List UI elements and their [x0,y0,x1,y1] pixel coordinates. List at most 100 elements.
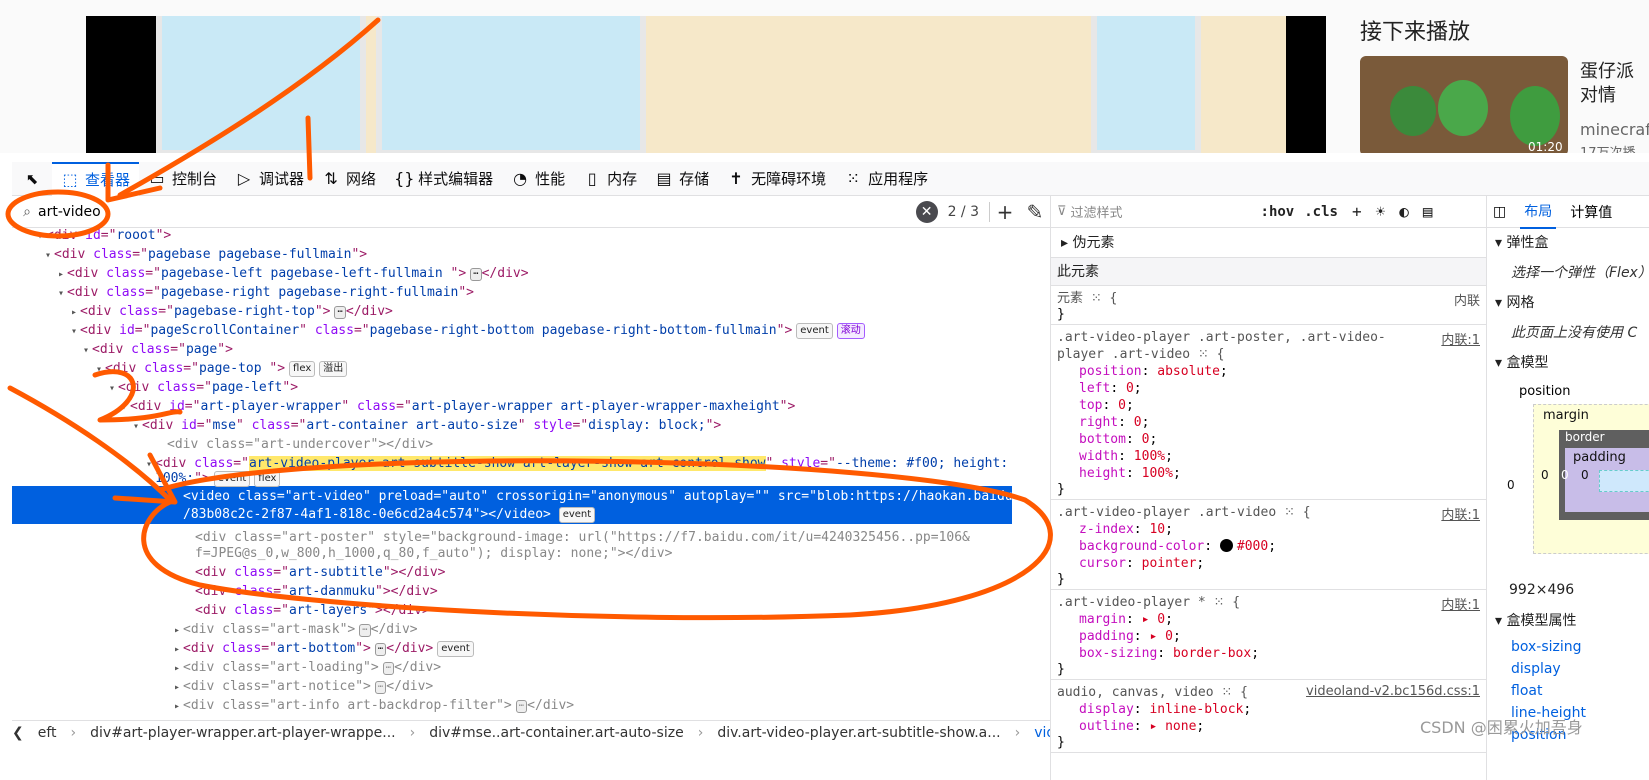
css-declaration[interactable]: position: absolute; [1057,363,1480,380]
tab-storage[interactable]: ▤ 存储 [646,162,718,196]
property-name[interactable]: height [1079,466,1126,481]
css-rule[interactable]: .art-video-player * ⁙ {内联:1 margin: ▸ 0; p… [1051,590,1486,680]
css-declaration[interactable]: left: 0; [1057,380,1480,397]
grid-section[interactable]: ▾ 网格 [1487,288,1649,318]
expand-arrow-icon[interactable]: ▸ [171,621,183,640]
collapse-arrow-icon[interactable]: ▾ [68,322,80,341]
tab-memory[interactable]: ▯ 内存 [574,162,646,196]
property-name[interactable]: width [1079,449,1118,464]
collapsed-children-badge[interactable]: ⋯ [515,700,528,713]
hov-button[interactable]: :hov [1261,204,1295,220]
add-rule-icon[interactable]: + [1352,202,1362,221]
markup-node[interactable]: 100%;"> event flex [143,469,281,488]
markup-node[interactable]: <div class="art-layers"></div> [183,601,430,620]
markup-node[interactable]: ▾ <div id="art-player-wrapper" class="art… [118,397,795,416]
markup-node[interactable]: ▾ <div class="pagebase pagebase-fullmain"… [42,245,367,264]
markup-node[interactable]: ▾ <div class="pagebase-right pagebase-rig… [55,283,474,302]
property-value[interactable]: 100% [1134,449,1165,464]
cls-button[interactable]: .cls [1304,204,1338,220]
node-badge[interactable]: event [796,323,833,339]
property-value[interactable]: ▸ 0 [1142,612,1165,627]
node-badge[interactable]: flex [254,471,281,487]
breadcrumb-item[interactable]: eft [38,725,57,741]
tab-computed[interactable]: 计算值 [1570,202,1612,222]
css-declaration[interactable]: margin: ▸ 0; [1057,611,1480,628]
property-value[interactable]: 100% [1142,466,1173,481]
markup-node[interactable]: ▾ <div class="page-left"> [106,378,298,397]
recommended-author[interactable]: minecraf [1580,120,1649,139]
markup-node[interactable]: ▸ <div class="art-loading"> ⋯ </div> [171,658,441,677]
markup-node[interactable]: <div class="art-danmuku"></div> [183,582,438,601]
collapsed-children-badge[interactable]: ⋯ [374,681,387,694]
node-badge[interactable]: 溢出 [319,361,348,377]
scroll-badge[interactable]: 滚动 [836,323,865,339]
tab-accessibility[interactable]: ✝ 无障碍环境 [718,162,835,196]
css-declaration[interactable]: width: 100%; [1057,448,1480,465]
event-badge[interactable]: event [558,507,596,523]
bm-margin-left-value[interactable]: 0 [1507,478,1515,492]
css-declaration[interactable]: height: 100%; [1057,465,1480,482]
collapse-arrow-icon[interactable]: ▾ [80,341,92,360]
expand-arrow-icon[interactable]: ▸ [171,659,183,678]
markup-node[interactable]: ▾ <div id="mse" class="art-container art-… [130,416,721,435]
css-declaration[interactable]: display: inline-block; [1057,701,1480,718]
markup-node[interactable]: ▾ <div class="page-top "> flex 溢出 [93,359,348,378]
collapse-arrow-icon[interactable]: ▾ [106,379,118,398]
property-name[interactable]: margin [1079,612,1126,627]
clear-search-icon[interactable]: ✕ [915,200,938,223]
rule-selector[interactable]: .art-video-player * ⁙ { [1057,594,1480,611]
property-value[interactable]: 10 [1149,522,1165,537]
property-name[interactable]: padding [1079,629,1134,644]
expand-arrow-icon[interactable]: ▸ [68,303,80,322]
property-name[interactable]: cursor [1079,556,1126,571]
property-value[interactable]: #000 [1237,539,1268,554]
filter-styles-input[interactable]: 过滤样式 [1071,202,1251,221]
boxmodel-prop[interactable]: display [1487,658,1649,680]
node-badge[interactable]: flex [289,361,316,377]
markup-node[interactable]: f=JPEG@s_0,w_800,h_1000,q_80,f_auto"); d… [183,544,672,563]
tab-console[interactable]: ▭ 控制台 [139,162,226,196]
print-icon[interactable]: ▤ [1423,202,1433,221]
tab-style-editor[interactable]: {} 样式编辑器 [385,162,502,196]
markup-node[interactable]: ▸ <div class="art-notice"> ⋯ </div> [171,677,433,696]
pseudo-elements-toggle[interactable]: ▸ 伪元素 [1051,228,1486,258]
markup-node[interactable]: ▾ <div id="rooot"> [34,228,171,245]
css-rule[interactable]: .art-video-player .art-poster, .art-vide… [1051,325,1486,500]
property-name[interactable]: outline [1079,719,1134,734]
rule-source-link[interactable]: 内联:1 [1441,329,1480,348]
collapse-arrow-icon[interactable]: ▾ [130,417,142,436]
flexbox-section[interactable]: ▾ 弹性盒 [1487,228,1649,258]
add-node-icon[interactable]: + [990,200,1020,224]
breadcrumb-item[interactable]: div#mse..art-container.art-auto-size [429,725,683,741]
property-name[interactable]: z-index [1079,522,1134,537]
collapsed-children-badge[interactable]: ⋯ [334,306,346,319]
property-name[interactable]: left [1079,381,1110,396]
property-name[interactable]: background-color [1079,539,1204,554]
expand-arrow-icon[interactable]: ▸ [171,640,183,659]
bm-border-left-value[interactable]: 0 [1541,468,1549,482]
property-value[interactable]: 0 [1126,381,1134,396]
tab-network[interactable]: ⇅ 网络 [313,162,385,196]
bm-padding-left-value[interactable]: 0 [1581,468,1589,482]
property-value[interactable]: ▸ none [1149,719,1196,734]
property-name[interactable]: bottom [1079,432,1126,447]
rule-selector[interactable]: .art-video-player .art-video ⁙ { [1057,504,1480,521]
css-declaration[interactable]: outline: ▸ none; [1057,718,1480,735]
element-picker-icon[interactable]: ⬉ [12,162,52,196]
collapsed-children-badge[interactable]: ⋯ [374,643,387,656]
node-badge[interactable]: event [437,641,474,657]
property-name[interactable]: right [1079,415,1118,430]
property-value[interactable]: border-box [1173,646,1251,661]
expand-arrow-icon[interactable]: ▸ [171,678,183,697]
css-declaration[interactable]: top: 0; [1057,397,1480,414]
tab-layout[interactable]: 布局 [1520,196,1557,229]
property-value[interactable]: inline-block [1149,702,1243,717]
recommended-title[interactable]: 蛋仔派对情 [1580,60,1649,108]
element-rule[interactable]: 元素 ⁙ { 内联 } [1051,286,1486,325]
property-name[interactable]: position [1079,364,1142,379]
markup-search-input[interactable] [38,203,858,220]
markup-node[interactable]: ▸ <div class="pagebase-right-top"> ⋯ </div> [68,302,393,321]
markup-node[interactable]: ▾ <div id="pageScrollContainer" class="pa… [68,321,865,340]
property-value[interactable]: 0 [1134,415,1142,430]
property-value[interactable]: absolute [1157,364,1220,379]
